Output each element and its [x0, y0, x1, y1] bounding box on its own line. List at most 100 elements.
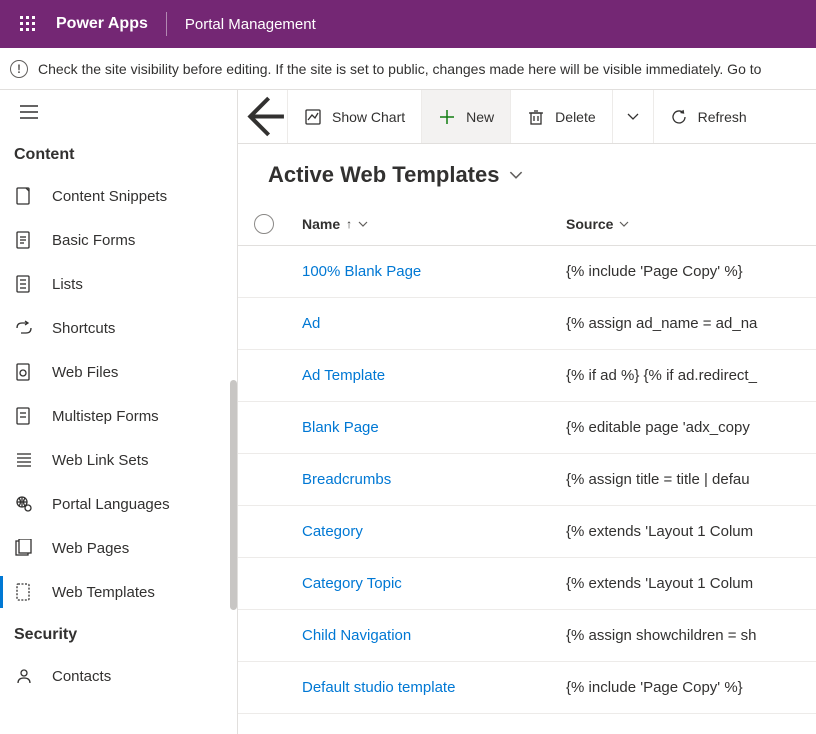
table-row[interactable]: 100% Blank Page{% include 'Page Copy' %}: [238, 246, 816, 298]
row-source-text: {% extends 'Layout 1 Colum: [566, 575, 816, 592]
row-name-link[interactable]: Default studio template: [302, 679, 566, 696]
row-source-text: {% assign showchildren = sh: [566, 627, 816, 644]
brand-label[interactable]: Power Apps: [48, 15, 166, 33]
sidebar-item-web-pages[interactable]: Web Pages: [0, 526, 237, 570]
language-icon: [14, 494, 34, 514]
sidebar-item-web-templates[interactable]: Web Templates: [0, 570, 237, 614]
table-row[interactable]: Default studio template{% include 'Page …: [238, 662, 816, 714]
sidebar-item-content-snippets[interactable]: Content Snippets: [0, 174, 237, 218]
row-source-text: {% editable page 'adx_copy: [566, 419, 816, 436]
sidebar-item-label: Web Files: [52, 364, 118, 381]
chevron-down-icon: [619, 218, 629, 230]
new-label: New: [466, 109, 494, 125]
sidebar-item-label: Shortcuts: [52, 320, 115, 337]
row-name-link[interactable]: Breadcrumbs: [302, 471, 566, 488]
contact-icon: [14, 666, 34, 686]
sidebar-item-basic-forms[interactable]: Basic Forms: [0, 218, 237, 262]
form-icon: [14, 230, 34, 250]
linkset-icon: [14, 450, 34, 470]
webpage-icon: [14, 538, 34, 558]
row-name-link[interactable]: Category: [302, 523, 566, 540]
sidebar-item-web-link-sets[interactable]: Web Link Sets: [0, 438, 237, 482]
sidebar-item-label: Contacts: [52, 668, 111, 685]
row-source-text: {% assign title = title | defau: [566, 471, 816, 488]
delete-button[interactable]: Delete: [511, 90, 612, 143]
row-source-text: {% include 'Page Copy' %}: [566, 679, 816, 696]
sidebar-item-label: Basic Forms: [52, 232, 135, 249]
list-icon: [14, 274, 34, 294]
sidebar-item-contacts[interactable]: Contacts: [0, 654, 237, 698]
column-header-name[interactable]: Name ↑: [302, 216, 566, 232]
delete-label: Delete: [555, 109, 595, 125]
multistep-icon: [14, 406, 34, 426]
app-header: Power Apps Portal Management: [0, 0, 816, 48]
chevron-down-icon: [509, 167, 523, 183]
sort-ascending-icon: ↑: [346, 217, 352, 231]
table-row[interactable]: Category Topic{% extends 'Layout 1 Colum: [238, 558, 816, 610]
table-row[interactable]: Breadcrumbs{% assign title = title | def…: [238, 454, 816, 506]
section-header-security: Security: [0, 614, 237, 654]
row-name-link[interactable]: 100% Blank Page: [302, 263, 566, 280]
table-row[interactable]: Ad Template{% if ad %} {% if ad.redirect…: [238, 350, 816, 402]
grid-header: Name ↑ Source: [238, 202, 816, 246]
delete-split-button[interactable]: [613, 90, 654, 143]
column-source-label: Source: [566, 216, 613, 232]
row-name-link[interactable]: Ad Template: [302, 367, 566, 384]
notice-text: Check the site visibility before editing…: [38, 61, 761, 77]
scrollbar[interactable]: [230, 380, 237, 610]
sidebar-item-label: Lists: [52, 276, 83, 293]
sidebar-item-portal-languages[interactable]: Portal Languages: [0, 482, 237, 526]
row-name-link[interactable]: Category Topic: [302, 575, 566, 592]
column-name-label: Name: [302, 216, 340, 232]
sidebar-item-label: Portal Languages: [52, 496, 170, 513]
app-name[interactable]: Portal Management: [167, 16, 316, 33]
new-button[interactable]: New: [422, 90, 511, 143]
sidebar-item-shortcuts[interactable]: Shortcuts: [0, 306, 237, 350]
table-row[interactable]: Blank Page{% editable page 'adx_copy: [238, 402, 816, 454]
hamburger-button[interactable]: [0, 90, 237, 134]
row-name-link[interactable]: Blank Page: [302, 419, 566, 436]
row-source-text: {% assign ad_name = ad_na: [566, 315, 816, 332]
chart-icon: [304, 108, 322, 126]
view-title: Active Web Templates: [268, 162, 499, 188]
sidebar-item-label: Web Templates: [52, 584, 155, 601]
refresh-label: Refresh: [698, 109, 747, 125]
sidebar-item-multistep-forms[interactable]: Multistep Forms: [0, 394, 237, 438]
grid-body: 100% Blank Page{% include 'Page Copy' %}…: [238, 246, 816, 734]
template-icon: [14, 582, 34, 602]
show-chart-label: Show Chart: [332, 109, 405, 125]
chevron-down-icon: [358, 218, 368, 230]
trash-icon: [527, 108, 545, 126]
select-all-checkbox[interactable]: [254, 214, 274, 234]
notice-bar: Check the site visibility before editing…: [0, 48, 816, 90]
sidebar-item-label: Web Pages: [52, 540, 129, 557]
table-row[interactable]: Child Navigation{% assign showchildren =…: [238, 610, 816, 662]
waffle-icon[interactable]: [8, 0, 48, 48]
back-button[interactable]: [238, 90, 288, 143]
view-header[interactable]: Active Web Templates: [238, 144, 816, 202]
refresh-icon: [670, 108, 688, 126]
table-row[interactable]: Category{% extends 'Layout 1 Colum: [238, 506, 816, 558]
sidebar-item-label: Web Link Sets: [52, 452, 148, 469]
sidebar-item-web-files[interactable]: Web Files: [0, 350, 237, 394]
sidebar-item-label: Content Snippets: [52, 188, 167, 205]
snippet-icon: [14, 186, 34, 206]
row-name-link[interactable]: Ad: [302, 315, 566, 332]
sidebar-item-label: Multistep Forms: [52, 408, 159, 425]
sidebar: Content Content Snippets Basic Forms Lis…: [0, 90, 238, 734]
refresh-button[interactable]: Refresh: [654, 90, 763, 143]
sidebar-item-lists[interactable]: Lists: [0, 262, 237, 306]
show-chart-button[interactable]: Show Chart: [288, 90, 422, 143]
main-area: Show Chart New Delete Refresh Active Web…: [238, 90, 816, 734]
row-source-text: {% if ad %} {% if ad.redirect_: [566, 367, 816, 384]
plus-icon: [438, 108, 456, 126]
row-source-text: {% include 'Page Copy' %}: [566, 263, 816, 280]
shortcut-icon: [14, 318, 34, 338]
command-bar: Show Chart New Delete Refresh: [238, 90, 816, 144]
info-icon: [10, 60, 28, 78]
row-name-link[interactable]: Child Navigation: [302, 627, 566, 644]
column-header-source[interactable]: Source: [566, 216, 629, 232]
section-header-content: Content: [0, 134, 237, 174]
row-source-text: {% extends 'Layout 1 Colum: [566, 523, 816, 540]
table-row[interactable]: Ad{% assign ad_name = ad_na: [238, 298, 816, 350]
